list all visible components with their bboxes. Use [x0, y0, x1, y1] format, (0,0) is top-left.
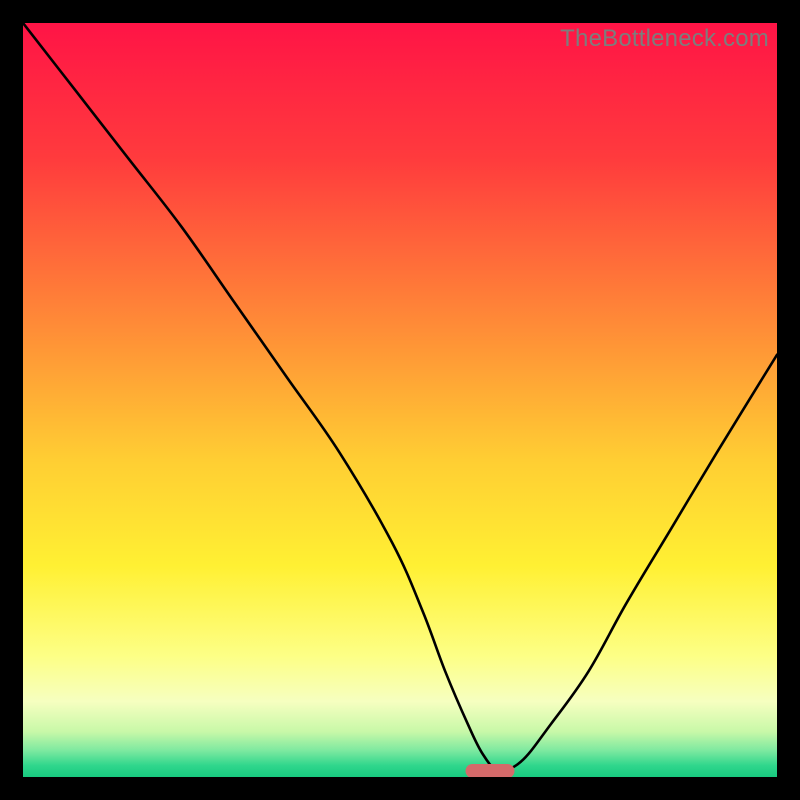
- plot-area: TheBottleneck.com: [23, 23, 777, 777]
- bottleneck-curve: [23, 23, 777, 777]
- optimal-marker: [466, 764, 515, 777]
- watermark-text: TheBottleneck.com: [560, 25, 769, 53]
- chart-frame: TheBottleneck.com: [0, 0, 800, 800]
